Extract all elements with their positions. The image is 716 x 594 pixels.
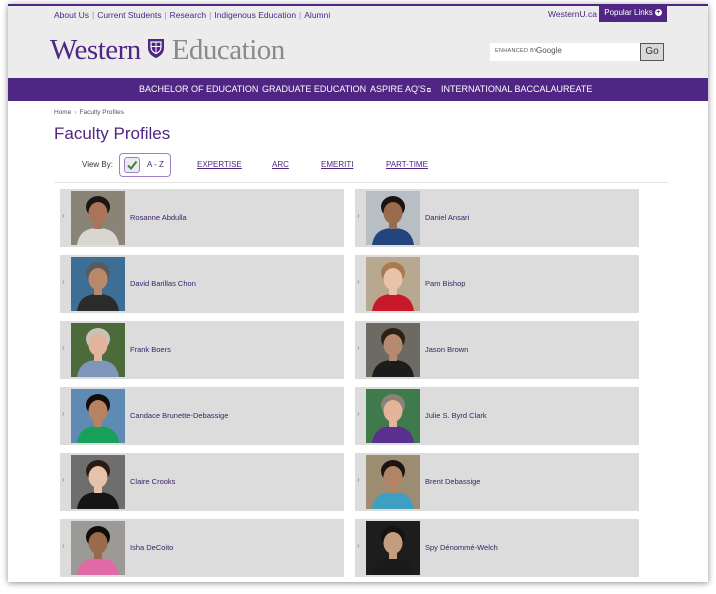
utility-nav: About Us | Current Students | Research | Indig… <box>54 10 330 20</box>
view-tab-emeriti[interactable]: EMERITI <box>321 160 353 169</box>
faculty-name: Jason Brown <box>425 345 469 354</box>
utility-link-alumni[interactable]: Alumni <box>304 10 330 20</box>
view-az-label: A - Z <box>147 160 164 169</box>
search-enhanced-label: ENHANCED BY <box>495 48 539 54</box>
view-az-button[interactable]: A - Z <box>119 153 171 177</box>
faculty-name: Julie S. Byrd Clark <box>425 411 487 420</box>
view-tab-part-time[interactable]: PART-TIME <box>386 160 428 169</box>
google-label: Google <box>536 46 562 55</box>
faculty-name: Daniel Ansari <box>425 213 470 222</box>
search-input[interactable]: ENHANCED BY Google <box>490 43 640 61</box>
view-tab-expertise[interactable]: EXPERTISE <box>197 160 242 169</box>
utility-link-research[interactable]: Research <box>170 10 206 20</box>
faculty-photo <box>366 521 420 575</box>
chevron-right-icon: › <box>62 475 65 484</box>
faculty-card[interactable]: › Isha DeCoito <box>60 519 344 577</box>
faculty-card[interactable]: › Jason Brown <box>355 321 639 379</box>
faculty-photo <box>366 389 420 443</box>
nav-graduate-education[interactable]: GRADUATE EDUCATION <box>262 78 366 101</box>
chevron-right-icon: › <box>357 277 360 286</box>
utility-link-about-us[interactable]: About Us <box>54 10 89 20</box>
faculty-name: Claire Crooks <box>130 477 176 486</box>
browser-page: About Us | Current Students | Research | Indig… <box>8 4 708 582</box>
faculty-card[interactable]: › Brent Debassige <box>355 453 639 511</box>
faculty-card[interactable]: › David Barillas Chon <box>60 255 344 313</box>
breadcrumb-current: Faculty Profiles <box>79 109 124 116</box>
main-nav: BACHELOR OF EDUCATION GRADUATE EDUCATION… <box>8 78 708 101</box>
breadcrumb: Home › Faculty Profiles <box>54 109 124 116</box>
logo-text-education: Education <box>171 34 286 66</box>
faculty-photo <box>71 323 125 377</box>
faculty-card[interactable]: › Daniel Ansari <box>355 189 639 247</box>
plus-icon: + <box>654 9 662 17</box>
chevron-right-icon: › <box>357 475 360 484</box>
faculty-photo <box>71 389 125 443</box>
faculty-photo <box>366 455 420 509</box>
chevron-right-icon: › <box>357 343 360 352</box>
faculty-card[interactable]: › Candace Brunette-Debassige <box>60 387 344 445</box>
faculty-photo <box>366 257 420 311</box>
search-go-button[interactable]: Go <box>640 43 664 61</box>
faculty-photo <box>366 191 420 245</box>
breadcrumb-home[interactable]: Home <box>54 109 71 116</box>
westernu-link[interactable]: WesternU.ca <box>548 9 597 19</box>
faculty-photo <box>366 323 420 377</box>
popular-links-label: Popular Links <box>604 8 653 17</box>
faculty-card[interactable]: › Pam Bishop <box>355 255 639 313</box>
utility-separator: | <box>164 10 167 20</box>
faculty-name: Spy Dénommé-Welch <box>425 543 498 552</box>
faculty-photo <box>71 257 125 311</box>
faculty-card[interactable]: › Julie S. Byrd Clark <box>355 387 639 445</box>
nav-international-baccalaureate[interactable]: INTERNATIONAL BACCALAUREATE <box>441 78 592 101</box>
utility-link-current-students[interactable]: Current Students <box>97 10 161 20</box>
site-logo[interactable]: Western Education <box>50 34 286 66</box>
faculty-card[interactable]: › Frank Boers <box>60 321 344 379</box>
chevron-right-icon: › <box>62 277 65 286</box>
faculty-card[interactable]: › Rosanne Abdulla <box>60 189 344 247</box>
chevron-right-icon: › <box>62 211 65 220</box>
faculty-name: Rosanne Abdulla <box>130 213 187 222</box>
chevron-right-icon: › <box>62 409 65 418</box>
faculty-photo <box>71 455 125 509</box>
chevron-right-icon: › <box>357 409 360 418</box>
nav-aspire-aqs-label: ASPIRE AQ'S <box>370 84 426 94</box>
chevron-right-icon: › <box>62 343 65 352</box>
page-title: Faculty Profiles <box>54 124 171 143</box>
popular-links-button[interactable]: Popular Links + <box>599 4 667 22</box>
nav-aspire-aqs[interactable]: ASPIRE AQ'S⧉ <box>370 78 431 103</box>
chevron-right-icon: › <box>74 109 77 116</box>
logo-text-western: Western <box>50 34 141 66</box>
faculty-name: David Barillas Chon <box>130 279 196 288</box>
utility-link-indigenous-education[interactable]: Indigenous Education <box>214 10 296 20</box>
faculty-name: Frank Boers <box>130 345 171 354</box>
utility-separator: | <box>299 10 302 20</box>
chevron-right-icon: › <box>357 541 360 550</box>
section-divider <box>54 182 668 183</box>
faculty-name: Pam Bishop <box>425 279 466 288</box>
chevron-right-icon: › <box>357 211 360 220</box>
chevron-right-icon: › <box>62 541 65 550</box>
faculty-name: Brent Debassige <box>425 477 481 486</box>
nav-bachelor-of-education[interactable]: BACHELOR OF EDUCATION <box>139 78 258 101</box>
faculty-photo <box>71 191 125 245</box>
faculty-card[interactable]: › Spy Dénommé-Welch <box>355 519 639 577</box>
faculty-card[interactable]: › Claire Crooks <box>60 453 344 511</box>
utility-separator: | <box>209 10 212 20</box>
external-link-icon: ⧉ <box>426 88 432 94</box>
view-by-label: View By: <box>82 160 113 169</box>
crest-icon <box>147 37 165 64</box>
faculty-name: Isha DeCoito <box>130 543 174 552</box>
faculty-photo <box>71 521 125 575</box>
utility-separator: | <box>91 10 95 20</box>
checkmark-icon <box>124 157 140 173</box>
faculty-name: Candace Brunette-Debassige <box>130 411 229 420</box>
view-tab-arc[interactable]: ARC <box>272 160 289 169</box>
